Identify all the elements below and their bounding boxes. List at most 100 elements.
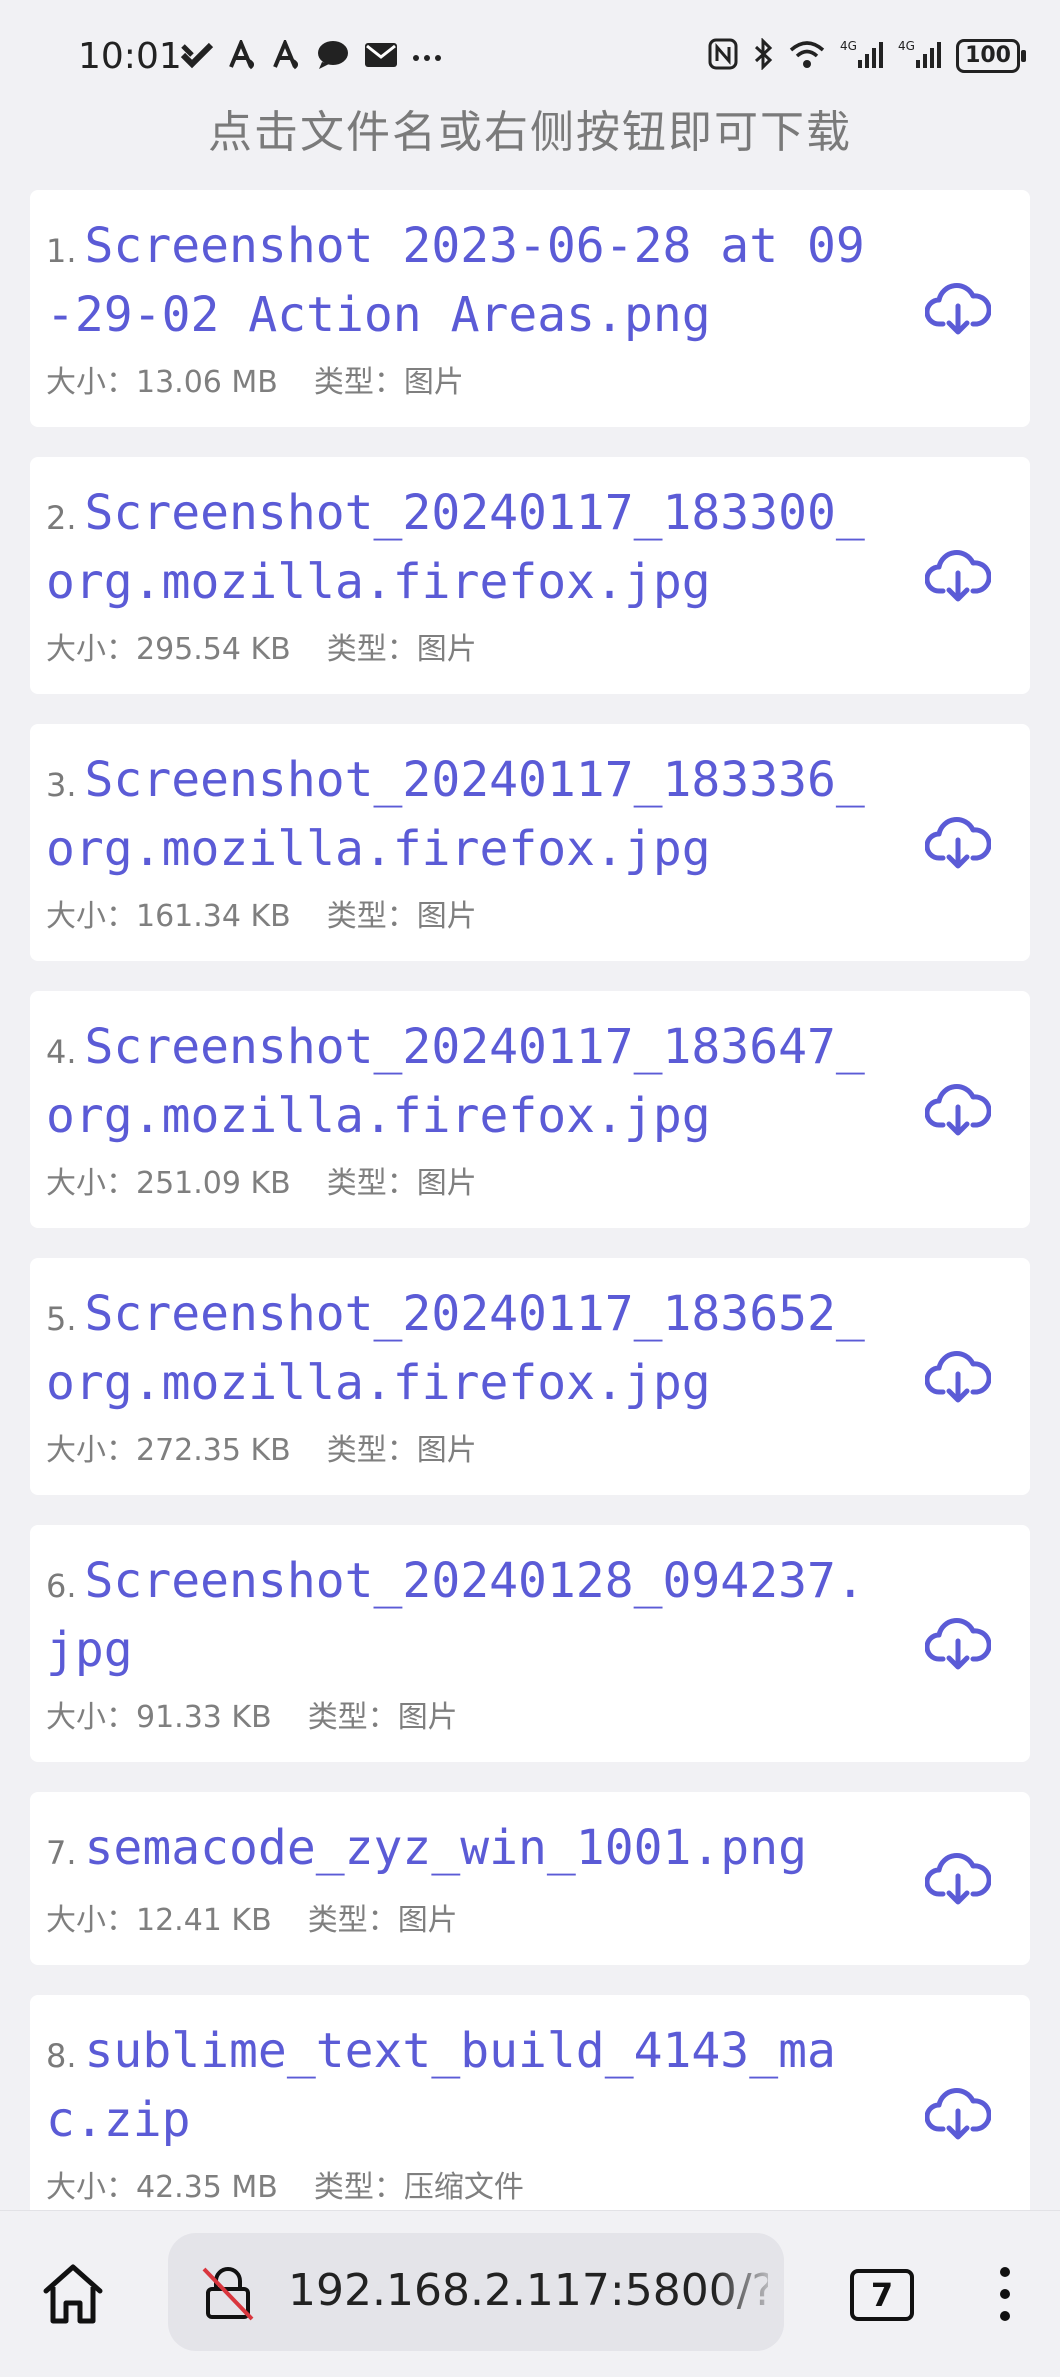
file-type: 图片 bbox=[416, 899, 477, 934]
file-size: 295.54 KB bbox=[136, 632, 291, 667]
file-name-link[interactable]: Screenshot_20240117_183300_org.mozilla.f… bbox=[46, 485, 865, 610]
file-index: 7. bbox=[46, 1834, 77, 1872]
size-label: 大小： bbox=[46, 1166, 136, 1201]
file-name-link[interactable]: Screenshot_20240117_183647_org.mozilla.f… bbox=[46, 1019, 865, 1144]
file-size: 91.33 KB bbox=[136, 1700, 272, 1735]
file-title-line: 7. semacode_zyz_win_1001.png bbox=[46, 1816, 890, 1885]
size-label: 大小： bbox=[46, 365, 136, 400]
type-label: 类型： bbox=[307, 1700, 398, 1735]
download-button[interactable] bbox=[922, 277, 994, 341]
home-button[interactable] bbox=[38, 2259, 108, 2329]
file-title-line: 5. Screenshot_20240117_183652_org.mozilla… bbox=[46, 1282, 890, 1415]
tab-count-button[interactable]: 7 bbox=[850, 2269, 914, 2321]
file-name-link[interactable]: sublime_text_build_4143_mac.zip bbox=[46, 2023, 836, 2148]
file-index: 2. bbox=[46, 499, 77, 537]
system-icons: 4G 4G 100 bbox=[708, 37, 1026, 74]
file-type: 压缩文件 bbox=[403, 2170, 524, 2205]
file-index: 3. bbox=[46, 766, 77, 804]
svg-text:4G: 4G bbox=[898, 39, 915, 53]
home-icon bbox=[43, 2264, 103, 2324]
file-meta: 大小：272.35 KB 类型：图片 bbox=[46, 1425, 890, 1469]
url-text[interactable]: 192.168.2.117:5800/?m bbox=[288, 2265, 768, 2316]
svg-text:4G: 4G bbox=[840, 39, 857, 53]
download-button[interactable] bbox=[922, 1847, 994, 1911]
file-card: 1. Screenshot 2023-06-28 at 09-29-02 Acti… bbox=[30, 190, 1030, 427]
insecure-lock-icon[interactable] bbox=[198, 2263, 258, 2327]
file-card: 5. Screenshot_20240117_183652_org.mozilla… bbox=[30, 1258, 1030, 1495]
file-title-line: 1. Screenshot 2023-06-28 at 09-29-02 Acti… bbox=[46, 214, 890, 347]
type-label: 类型： bbox=[307, 1903, 398, 1938]
download-button[interactable] bbox=[922, 1612, 994, 1676]
download-button[interactable] bbox=[922, 1345, 994, 1409]
file-name-link[interactable]: Screenshot_20240128_094237.jpg bbox=[46, 1553, 865, 1678]
file-name-link[interactable]: semacode_zyz_win_1001.png bbox=[85, 1820, 807, 1876]
type-label: 类型： bbox=[313, 2170, 404, 2205]
url-bar[interactable]: 192.168.2.117:5800/?m bbox=[168, 2233, 784, 2351]
mail-icon bbox=[364, 41, 398, 73]
size-label: 大小： bbox=[46, 1433, 136, 1468]
file-meta: 大小：295.54 KB 类型：图片 bbox=[46, 624, 890, 668]
file-meta: 大小：12.41 KB 类型：图片 bbox=[46, 1895, 890, 1939]
file-card: 4. Screenshot_20240117_183647_org.mozilla… bbox=[30, 991, 1030, 1228]
file-list: 1. Screenshot 2023-06-28 at 09-29-02 Acti… bbox=[30, 190, 1030, 2262]
file-size: 272.35 KB bbox=[136, 1433, 291, 1468]
file-type: 图片 bbox=[403, 365, 464, 400]
file-index: 8. bbox=[46, 2037, 77, 2075]
ticket-icon bbox=[180, 40, 214, 74]
font-a-icon bbox=[272, 37, 302, 74]
signal-4g-icon: 4G bbox=[898, 38, 942, 74]
download-button[interactable] bbox=[922, 811, 994, 875]
nfc-icon bbox=[708, 38, 738, 74]
more-dots-icon bbox=[412, 48, 442, 67]
type-label: 类型： bbox=[326, 1166, 417, 1201]
file-meta: 大小：42.35 MB 类型：压缩文件 bbox=[46, 2162, 890, 2206]
file-name-link[interactable]: Screenshot 2023-06-28 at 09-29-02 Action… bbox=[46, 218, 865, 343]
signal-4g-icon: 4G bbox=[840, 38, 884, 74]
file-size: 161.34 KB bbox=[136, 899, 291, 934]
file-title-line: 2. Screenshot_20240117_183300_org.mozilla… bbox=[46, 481, 890, 614]
menu-button[interactable] bbox=[985, 2259, 1025, 2329]
status-bar: 10:01 4G 4G 100 bbox=[0, 0, 1060, 90]
download-button[interactable] bbox=[922, 1078, 994, 1142]
file-meta: 大小：251.09 KB 类型：图片 bbox=[46, 1158, 890, 1202]
file-title-line: 8. sublime_text_build_4143_mac.zip bbox=[46, 2019, 890, 2152]
cloud-download-icon bbox=[925, 1852, 991, 1904]
bluetooth-icon bbox=[752, 37, 774, 74]
file-card: 7. semacode_zyz_win_1001.png 大小：12.41 KB 类… bbox=[30, 1792, 1030, 1965]
file-card: 8. sublime_text_build_4143_mac.zip 大小：42.… bbox=[30, 1995, 1030, 2232]
file-size: 13.06 MB bbox=[136, 365, 278, 400]
download-button[interactable] bbox=[922, 544, 994, 608]
file-meta: 大小：161.34 KB 类型：图片 bbox=[46, 891, 890, 935]
file-meta: 大小：91.33 KB 类型：图片 bbox=[46, 1692, 890, 1736]
download-button[interactable] bbox=[922, 2082, 994, 2146]
file-type: 图片 bbox=[416, 1166, 477, 1201]
file-index: 5. bbox=[46, 1300, 77, 1338]
size-label: 大小： bbox=[46, 632, 136, 667]
file-index: 6. bbox=[46, 1567, 77, 1605]
type-label: 类型： bbox=[326, 1433, 417, 1468]
font-a-icon bbox=[228, 37, 258, 74]
file-type: 图片 bbox=[416, 632, 477, 667]
type-label: 类型： bbox=[326, 632, 417, 667]
file-size: 251.09 KB bbox=[136, 1166, 291, 1201]
status-time: 10:01 bbox=[78, 36, 182, 77]
file-size: 12.41 KB bbox=[136, 1903, 272, 1938]
file-card: 2. Screenshot_20240117_183300_org.mozilla… bbox=[30, 457, 1030, 694]
chat-bubble-icon bbox=[316, 40, 350, 74]
size-label: 大小： bbox=[46, 1903, 136, 1938]
file-type: 图片 bbox=[397, 1903, 458, 1938]
file-title-line: 3. Screenshot_20240117_183336_org.mozilla… bbox=[46, 748, 890, 881]
wifi-icon bbox=[788, 38, 826, 74]
size-label: 大小： bbox=[46, 899, 136, 934]
cloud-download-icon bbox=[925, 1617, 991, 1669]
file-name-link[interactable]: Screenshot_20240117_183336_org.mozilla.f… bbox=[46, 752, 865, 877]
battery-icon: 100 bbox=[956, 39, 1026, 73]
cloud-download-icon bbox=[925, 549, 991, 601]
file-name-link[interactable]: Screenshot_20240117_183652_org.mozilla.f… bbox=[46, 1286, 865, 1411]
file-type: 图片 bbox=[397, 1700, 458, 1735]
file-meta: 大小：13.06 MB 类型：图片 bbox=[46, 357, 890, 401]
more-vertical-icon bbox=[1000, 2267, 1010, 2321]
file-index: 4. bbox=[46, 1033, 77, 1071]
size-label: 大小： bbox=[46, 2170, 136, 2205]
cloud-download-icon bbox=[925, 282, 991, 334]
